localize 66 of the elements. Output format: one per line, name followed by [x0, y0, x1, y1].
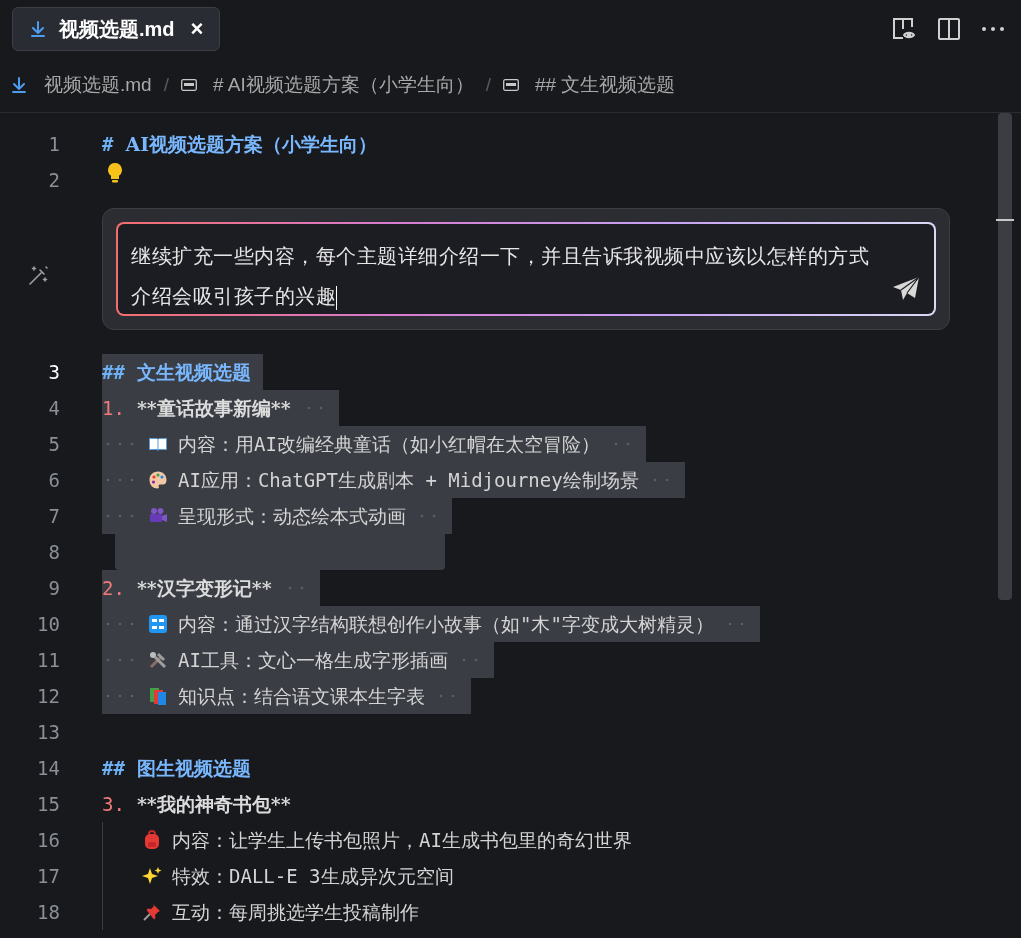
line-number: 3 [47, 359, 60, 385]
split-editor-icon[interactable] [937, 17, 961, 41]
scrollbar[interactable] [998, 113, 1012, 600]
line-number: 17 [36, 863, 60, 889]
line-number: 1 [47, 131, 60, 157]
list-item-title: **童话故事新编** [136, 395, 291, 421]
line-number: 14 [36, 755, 60, 781]
detail-text: 内容：让学生上传书包照片，AI生成书包里的奇幻世界 [172, 827, 632, 853]
download-icon [29, 20, 47, 38]
letters-icon [148, 614, 168, 634]
heading-marker: ## [102, 359, 125, 385]
more-icon[interactable] [981, 26, 1005, 32]
line-number: 13 [36, 719, 60, 745]
detail-text: 知识点：结合语文课本生字表 [178, 683, 425, 709]
detail-text: AI工具：文心一格生成字形插画 [178, 647, 448, 673]
list-item-title: **我的神奇书包** [136, 791, 291, 817]
detail-text: 内容：通过汉字结构联想创作小故事（如"木"字变成大树精灵） [178, 611, 714, 637]
line-number: 16 [36, 827, 60, 853]
heading-text: AI视频选题方案（小学生向） [125, 131, 378, 157]
tab-title: 视频选题.md [59, 17, 175, 42]
line-number: 2 [47, 167, 60, 193]
heading-marker: ## [102, 755, 125, 781]
breadcrumb-item[interactable]: ## 文生视频选题 [535, 70, 676, 100]
magic-wand-icon[interactable] [26, 264, 50, 288]
line-number: 18 [36, 899, 60, 925]
list-number: 2. [102, 575, 125, 601]
detail-text: 互动：每周挑选学生投稿制作 [172, 899, 419, 925]
close-button[interactable]: × [190, 18, 204, 40]
detail-text: 呈现形式：动态绘本式动画 [178, 503, 406, 529]
symbol-icon [503, 79, 519, 91]
line-number: 5 [47, 431, 60, 457]
pushpin-icon [142, 902, 162, 922]
symbol-icon [180, 79, 197, 91]
line-number: 4 [47, 395, 60, 421]
line-number: 15 [36, 791, 60, 817]
palette-icon [148, 470, 168, 490]
heading-text: 文生视频选题 [136, 359, 251, 385]
breadcrumb-separator: / [485, 72, 491, 97]
backpack-icon [142, 830, 162, 850]
list-number: 3. [102, 791, 125, 817]
line-number: 6 [47, 467, 60, 493]
line-number: 11 [36, 647, 60, 673]
breadcrumb-separator: / [163, 72, 169, 97]
breadcrumb-item[interactable]: 视频选题.md [44, 70, 152, 100]
line-number: 7 [47, 503, 60, 529]
line-number: 10 [36, 611, 60, 637]
editor-tab[interactable]: 视频选题.md × [12, 7, 221, 51]
line-number: 9 [47, 575, 60, 601]
detail-text: 内容：用AI改编经典童话（如小红帽在太空冒险） [178, 431, 600, 457]
heading-marker: # [102, 131, 114, 157]
preview-icon[interactable] [891, 16, 917, 42]
detail-text: AI应用：ChatGPT生成剧本 + Midjourney绘制场景 [178, 467, 639, 493]
books-icon [148, 686, 168, 706]
list-number: 1. [102, 395, 125, 421]
download-icon [10, 76, 28, 94]
sparkles-icon [142, 866, 162, 886]
detail-text: 特效：DALL-E 3生成异次元空间 [172, 863, 454, 889]
breadcrumb-item[interactable]: # AI视频选题方案（小学生向） [212, 70, 474, 100]
send-icon[interactable] [892, 276, 920, 302]
tools-icon [148, 650, 168, 670]
line-number: 8 [47, 539, 60, 565]
list-item-title: **汉字变形记** [136, 575, 272, 601]
heading-text: 图生视频选题 [136, 755, 251, 781]
lightbulb-icon[interactable] [106, 162, 124, 184]
prompt-input[interactable]: 继续扩充一些内容，每个主题详细介绍一下，并且告诉我视频中应该以怎样的方式介绍会吸引孩子的兴趣 [116, 222, 936, 316]
line-number: 12 [36, 683, 60, 709]
